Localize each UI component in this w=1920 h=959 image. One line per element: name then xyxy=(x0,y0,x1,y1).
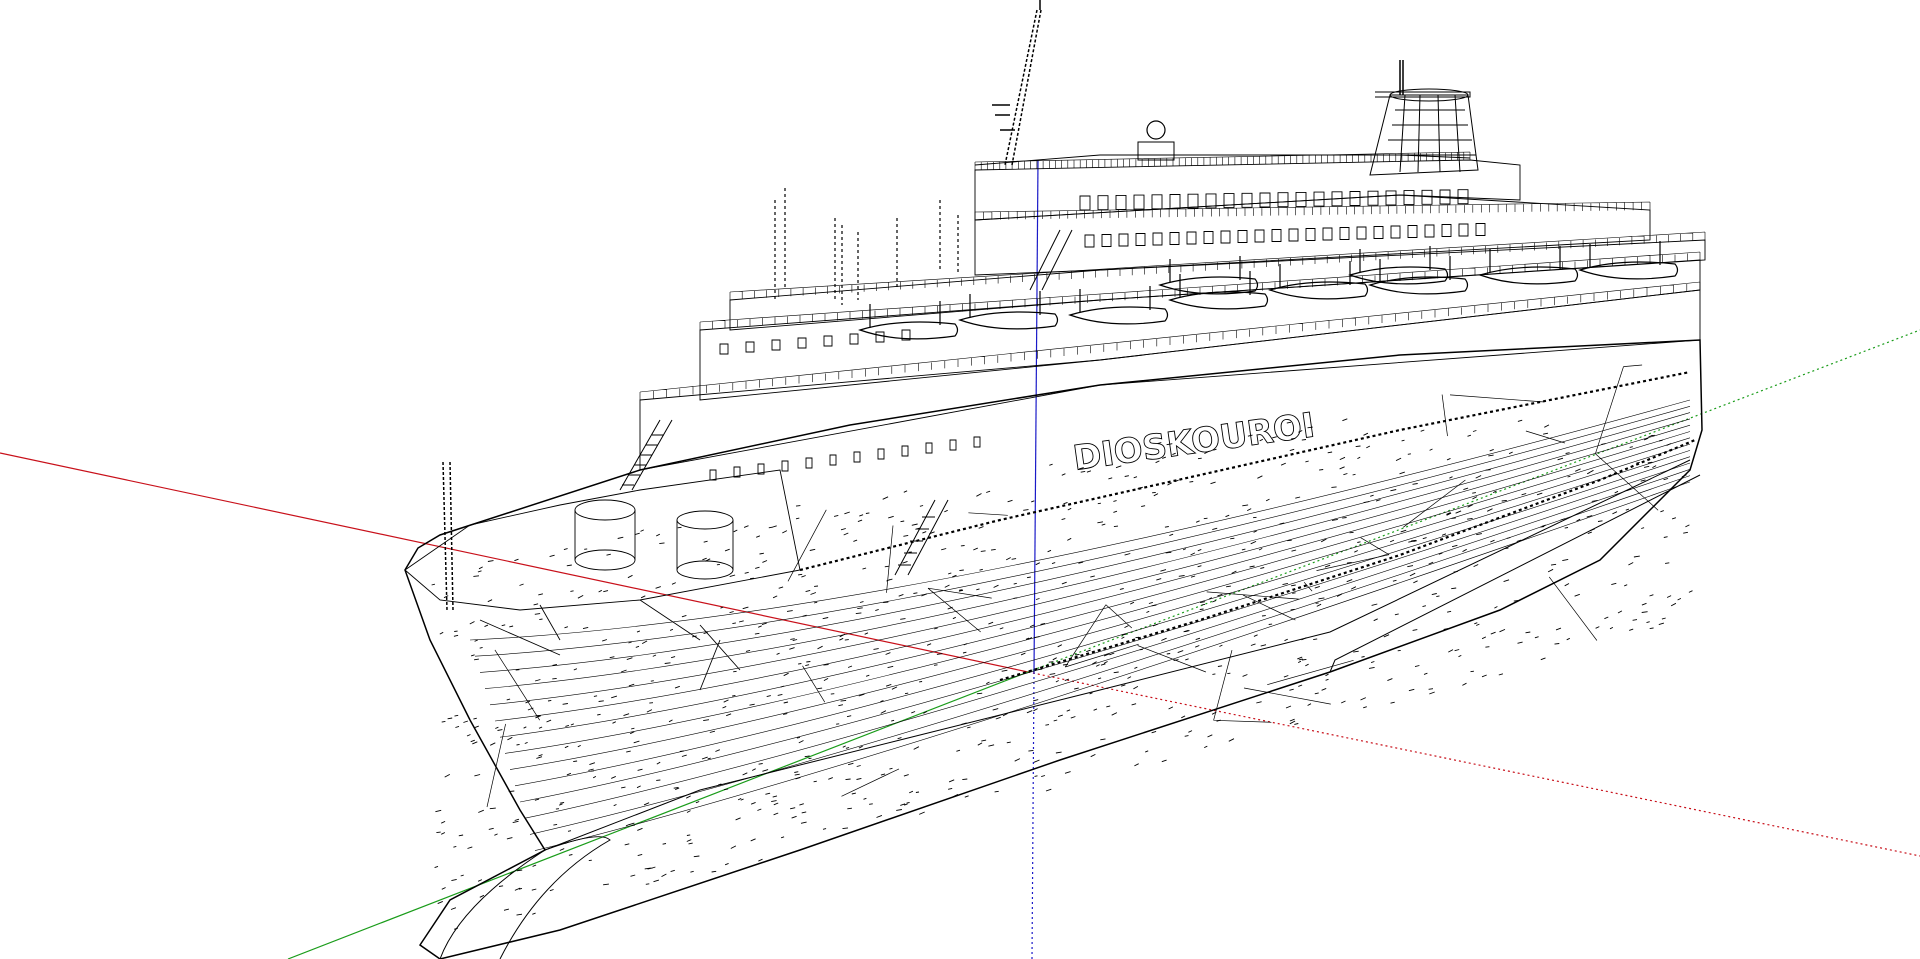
forward-mast xyxy=(442,461,454,611)
lifeboat xyxy=(1368,256,1469,295)
red-axis-solid xyxy=(0,452,1029,673)
lifeboat xyxy=(1268,261,1369,300)
superstructure xyxy=(639,154,1706,471)
radar-mount xyxy=(1137,141,1175,161)
deck-level-2 xyxy=(699,259,1701,401)
green-axis-dotted xyxy=(1027,329,1920,673)
ship-model[interactable]: DIOSKOUROI xyxy=(404,0,1706,959)
red-axis-dotted xyxy=(1027,671,1920,857)
main-mast xyxy=(992,0,1042,166)
hull-name-lettering: DIOSKOUROI xyxy=(1071,405,1318,478)
lifeboat xyxy=(1578,241,1679,280)
deck-railings xyxy=(639,151,1706,400)
bulbous-bow xyxy=(439,836,611,959)
winch-2 xyxy=(676,510,734,530)
lifeboats xyxy=(858,241,1679,340)
drawing-axes xyxy=(0,159,1920,959)
railing-posts xyxy=(639,151,1706,400)
lifeboat xyxy=(1158,256,1259,295)
foredeck xyxy=(404,469,801,691)
lifeboat xyxy=(1068,286,1169,325)
hull-outline xyxy=(404,339,1703,959)
radar-dome xyxy=(1146,120,1166,140)
hull-waterline xyxy=(544,459,1691,851)
3d-viewport[interactable]: DIOSKOUROI xyxy=(0,0,1920,959)
lifeboat xyxy=(858,301,959,340)
blue-axis-solid xyxy=(1033,159,1039,673)
wireframe-scene[interactable]: DIOSKOUROI xyxy=(0,0,1920,959)
winch-1 xyxy=(574,499,636,521)
hull-keel-line xyxy=(1329,474,1701,673)
blue-axis-dotted xyxy=(1031,671,1035,959)
green-axis-solid xyxy=(287,671,1029,959)
lifeboat xyxy=(1478,246,1579,285)
